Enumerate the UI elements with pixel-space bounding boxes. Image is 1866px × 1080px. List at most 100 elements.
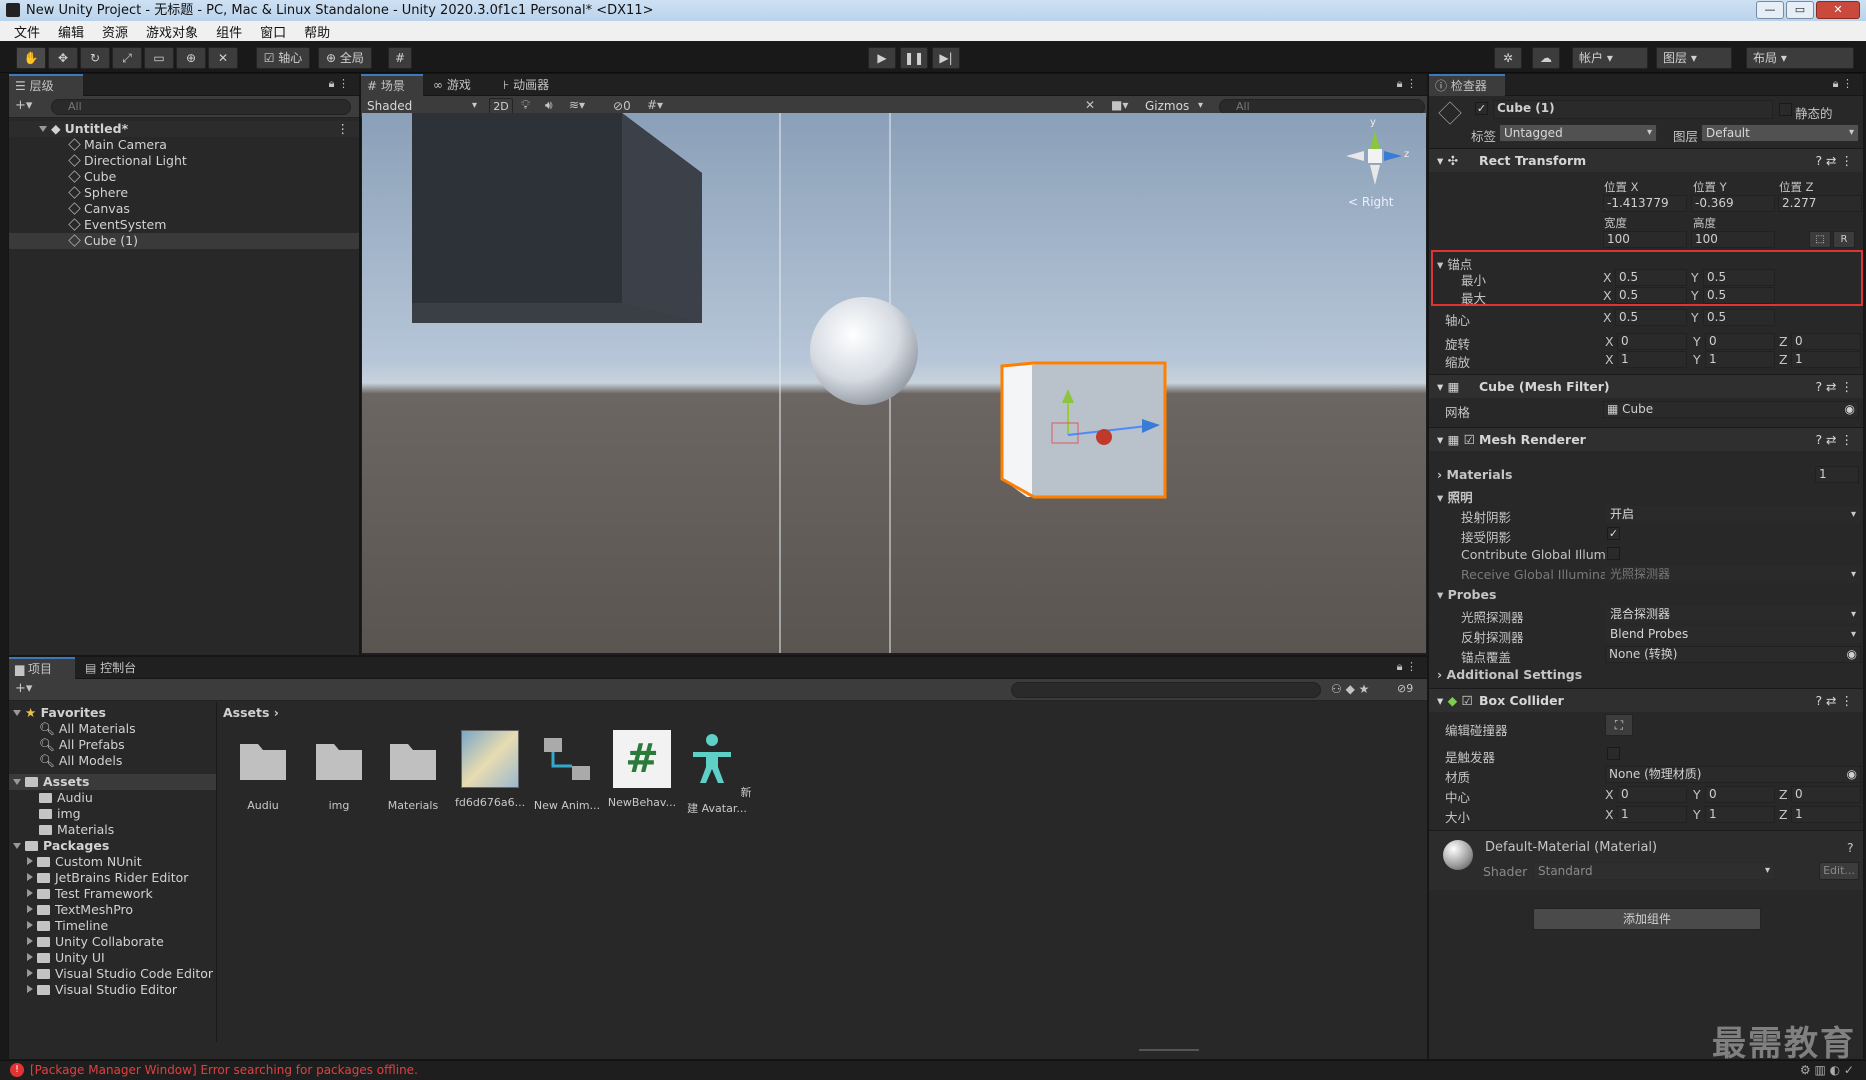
hierarchy-item-canvas[interactable]: Canvas [9,201,359,217]
package-item[interactable]: Visual Studio Code Editor [9,966,216,982]
asset-animator[interactable]: New Anim... [532,730,602,812]
height-field[interactable]: 100 [1691,231,1775,248]
asset-img[interactable]: img [304,730,374,812]
receive-shadows-checkbox[interactable]: ✓ [1607,527,1620,540]
rect-transform-header[interactable]: ▾ ✣ Rect Transform? ⇄ ⋮ [1429,148,1863,172]
effects-icon[interactable]: ≋▾ [569,98,585,112]
tab-project[interactable]: ▆ 项目 [9,657,75,679]
asset-image[interactable]: fd6d676a6... [455,730,525,809]
close-button[interactable]: ✕ [1816,1,1860,19]
hierarchy-item-sphere[interactable]: Sphere [9,185,359,201]
pivot-toggle[interactable]: ☑ 轴心 [256,47,310,69]
mesh-filter-header[interactable]: ▾ ▦ Cube (Mesh Filter)? ⇄ ⋮ [1429,374,1863,398]
package-item[interactable]: JetBrains Rider Editor [9,870,216,886]
audio-icon[interactable]: 🔊︎ [545,98,553,113]
collider-material-field[interactable]: None (物理材质) ◉ [1605,766,1861,783]
status-error-text[interactable]: [Package Manager Window] Error searching… [30,1063,418,1077]
add-component-button[interactable]: 添加组件 [1533,908,1761,930]
pos-y-field[interactable]: -0.369 [1691,195,1775,212]
tab-game[interactable]: ∞ 游戏 [427,74,487,96]
tab-console[interactable]: ▤ 控制台 [79,657,159,679]
tag-dropdown[interactable]: Untagged [1499,124,1657,142]
hierarchy-item-directional-light[interactable]: Directional Light [9,153,359,169]
grid-icon[interactable]: #▾ [647,98,663,112]
edit-collider-button[interactable]: ⛶ [1605,714,1633,736]
mesh-field[interactable]: ▦ Cube ◉ [1603,401,1859,418]
layers-dropdown[interactable]: 图层 ▾ [1656,47,1732,69]
anchor-override-field[interactable]: None (转换) ◉ [1605,646,1861,663]
transform-tool-button[interactable]: ⊕ [176,47,206,69]
lock-icon[interactable]: 🔒︎ ⋮ [1397,77,1417,91]
static-label[interactable]: 静态的 [1795,103,1833,122]
pivot-x-field[interactable]: 0.5 [1615,309,1687,326]
width-field[interactable]: 100 [1603,231,1687,248]
project-search[interactable] [1011,682,1321,698]
grid-snap-button[interactable]: # [388,47,412,69]
rotation-y-field[interactable]: 0 [1705,333,1775,350]
package-item[interactable]: Timeline [9,918,216,934]
menu-assets[interactable]: 资源 [102,22,128,41]
asset-script[interactable]: # NewBehav... [607,730,677,809]
pos-x-field[interactable]: -1.413779 [1603,195,1687,212]
folder-materials[interactable]: Materials [9,822,216,838]
center-z-field[interactable]: 0 [1791,786,1861,803]
favorite-all-models[interactable]: 🔍︎ All Models [9,753,216,769]
pos-z-field[interactable]: 2.277 [1778,195,1862,212]
help-icon[interactable]: ? [1847,840,1854,855]
play-button[interactable]: ▶ [868,47,896,69]
raw-edit-button[interactable]: R [1833,231,1855,248]
menu-window[interactable]: 窗口 [260,22,286,41]
menu-edit[interactable]: 编辑 [58,22,84,41]
menu-help[interactable]: 帮助 [304,22,330,41]
rotation-x-field[interactable]: 0 [1617,333,1687,350]
reflection-probes-dropdown[interactable]: Blend Probes [1605,626,1861,643]
size-x-field[interactable]: 1 [1617,806,1687,823]
object-name-field[interactable]: Cube (1) [1493,100,1773,119]
hierarchy-search[interactable]: All [51,99,351,115]
cloud-icon[interactable]: ☁ [1532,47,1560,69]
probes-foldout[interactable]: ▾ Probes [1437,587,1496,602]
filter-icons[interactable]: ⚇ ◆ ★ [1331,682,1369,696]
blueprint-button[interactable]: ⬚ [1809,231,1831,248]
contribute-gi-checkbox[interactable] [1607,547,1620,560]
menu-component[interactable]: 组件 [216,22,242,41]
hand-tool-button[interactable]: ✋ [16,47,46,69]
cast-shadows-dropdown[interactable]: 开启 [1605,506,1861,523]
lock-icon[interactable]: 🔒︎ ⋮ [1833,77,1853,91]
materials-foldout[interactable]: › Materials [1437,467,1512,482]
tab-animator[interactable]: ⊦ 动画器 [497,74,573,96]
rect-tool-button[interactable]: ▭ [144,47,174,69]
package-item[interactable]: Unity Collaborate [9,934,216,950]
layout-dropdown[interactable]: 布局 ▾ [1746,47,1854,69]
is-trigger-checkbox[interactable] [1607,747,1620,760]
asset-materials[interactable]: Materials [378,730,448,812]
folder-img[interactable]: img [9,806,216,822]
breadcrumb[interactable]: Assets › [223,702,279,724]
layer-dropdown[interactable]: Default [1701,124,1859,142]
anchor-max-y-field[interactable]: 0.5 [1703,287,1775,304]
custom-tool-button[interactable]: ✕ [208,47,238,69]
hierarchy-item-cube[interactable]: Cube [9,169,359,185]
add-button[interactable]: +▾ [15,98,32,113]
global-toggle[interactable]: ⊕ 全局 [318,47,372,69]
lighting-foldout[interactable]: ▾ 照明 [1437,487,1473,506]
package-item[interactable]: Visual Studio Editor [9,982,216,998]
asset-avatar-mask[interactable]: 新建 Avatar... [682,730,752,816]
scene-viewport[interactable]: y z < Right [362,113,1426,653]
favorite-all-materials[interactable]: 🔍︎ All Materials [9,721,216,737]
maximize-button[interactable]: ▭ [1786,1,1814,19]
materials-count-field[interactable]: 1 [1815,466,1859,483]
tab-hierarchy[interactable]: ☰ 层级 [9,74,83,96]
mesh-renderer-header[interactable]: ▾ ▦ ☑ Mesh Renderer? ⇄ ⋮ [1429,427,1863,451]
static-checkbox[interactable] [1779,103,1792,116]
camera-icon[interactable]: ■▾ [1111,98,1128,112]
account-dropdown[interactable]: 帐户 ▾ [1572,47,1648,69]
scene-root[interactable]: ◆ Untitled* ⋮ [9,121,359,137]
additional-settings-foldout[interactable]: › Additional Settings [1437,667,1582,682]
package-item[interactable]: TextMeshPro [9,902,216,918]
anchor-min-y-field[interactable]: 0.5 [1703,269,1775,286]
shader-dropdown[interactable]: Standard [1533,862,1775,880]
menu-file[interactable]: 文件 [14,22,40,41]
rotation-z-field[interactable]: 0 [1791,333,1861,350]
zoom-slider[interactable] [1139,1049,1199,1051]
